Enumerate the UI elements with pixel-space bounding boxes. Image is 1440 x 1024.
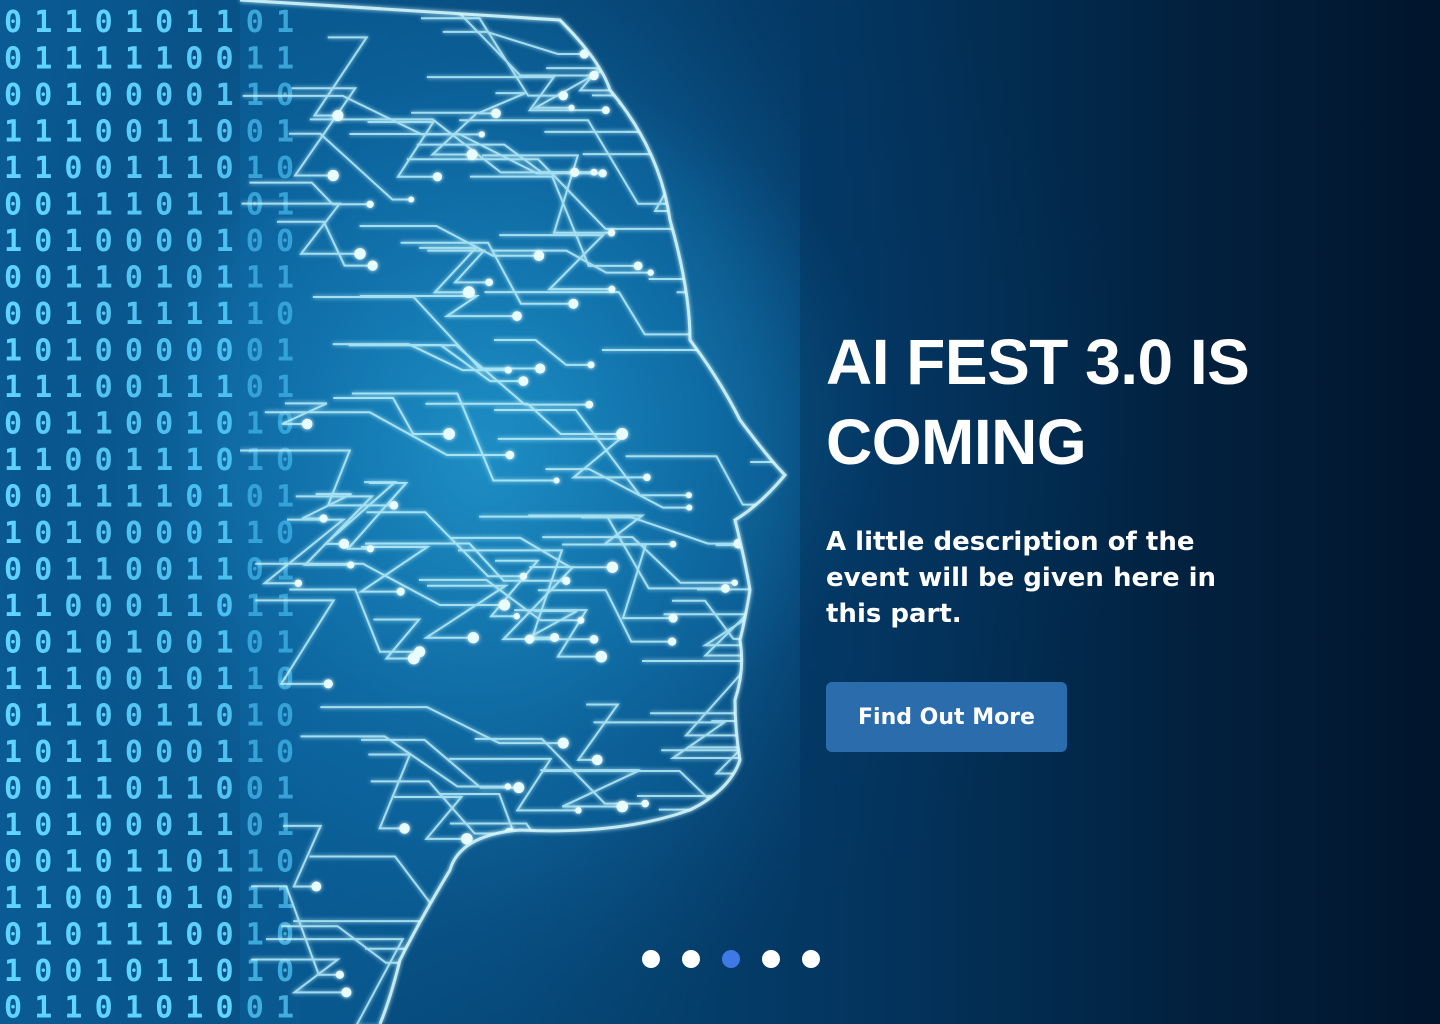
- circuit-node: [568, 298, 579, 309]
- find-out-more-button[interactable]: Find Out More: [826, 682, 1067, 752]
- circuit-node: [591, 754, 603, 766]
- circuit-node: [641, 799, 650, 808]
- carousel-dot-2[interactable]: [682, 950, 700, 968]
- circuit-node: [504, 783, 512, 790]
- circuit-node: [535, 363, 546, 374]
- circuit-node: [294, 579, 303, 587]
- circuit-node: [354, 248, 366, 260]
- circuit-node: [686, 504, 693, 511]
- circuit-node: [341, 987, 352, 998]
- circuit-node: [498, 599, 511, 611]
- circuit-node: [595, 650, 608, 663]
- circuit-node: [466, 149, 478, 161]
- circuit-node: [513, 613, 520, 620]
- circuit-node: [504, 366, 512, 374]
- circuit-node: [327, 169, 339, 182]
- circuit-node: [367, 260, 378, 271]
- circuit-node: [399, 823, 410, 834]
- carousel-dot-3[interactable]: [722, 950, 740, 968]
- circuit-node: [616, 800, 629, 813]
- circuit-node: [647, 269, 654, 276]
- circuit-node: [396, 587, 405, 596]
- circuit-node: [585, 400, 594, 409]
- circuit-node: [443, 428, 455, 440]
- circuit-node: [562, 576, 571, 585]
- circuit-node: [519, 572, 528, 580]
- circuit-node: [513, 782, 525, 794]
- circuit-node: [408, 196, 415, 203]
- circuit-node: [533, 250, 545, 262]
- carousel-dot-4[interactable]: [762, 950, 780, 968]
- circuit-node: [347, 561, 355, 569]
- circuit-node: [505, 450, 515, 460]
- circuit-node: [311, 881, 322, 892]
- circuit-node: [607, 229, 616, 237]
- circuit-node: [485, 278, 493, 287]
- circuit-node: [366, 200, 374, 208]
- hero-banner: 0110101101011111001100100001101110011001…: [0, 0, 1440, 1024]
- carousel-dot-5[interactable]: [802, 950, 820, 968]
- circuit-node: [518, 376, 529, 386]
- circuit-node: [491, 108, 501, 119]
- circuit-node: [432, 172, 443, 182]
- circuit-node: [553, 477, 560, 484]
- circuit-node: [512, 311, 522, 321]
- circuit-node: [389, 501, 399, 510]
- circuit-node: [601, 106, 610, 115]
- circuit-node: [667, 637, 677, 646]
- circuit-node: [332, 110, 344, 122]
- circuit-node: [685, 492, 692, 499]
- circuit-head-illustration: [0, 0, 800, 1024]
- circuit-node: [598, 169, 607, 178]
- circuit-node: [323, 679, 333, 689]
- circuit-node: [590, 168, 598, 176]
- circuit-node: [575, 807, 582, 814]
- circuit-node: [558, 90, 569, 101]
- circuit-node: [319, 514, 328, 523]
- circuit-node: [589, 634, 599, 644]
- circuit-node: [301, 418, 313, 430]
- circuit-node: [557, 737, 569, 749]
- hero-title: AI FEST 3.0 IS COMING: [826, 326, 1250, 478]
- circuit-node: [587, 361, 595, 369]
- circuit-node: [462, 286, 475, 299]
- circuit-node: [407, 652, 420, 665]
- circuit-node: [731, 579, 738, 586]
- circuit-node: [338, 538, 350, 549]
- circuit-node: [669, 540, 677, 548]
- circuit-node: [608, 285, 616, 293]
- hero-description: A little description of the event will b…: [826, 527, 1217, 629]
- circuit-node: [478, 131, 485, 138]
- circuit-node: [643, 473, 651, 482]
- hero-content: AI FEST 3.0 IS COMING A little descripti…: [826, 322, 1346, 752]
- circuit-node: [606, 561, 619, 573]
- circuit-node: [568, 104, 575, 111]
- circuit-node: [335, 970, 344, 979]
- carousel-pagination: [642, 950, 820, 968]
- circuit-node: [577, 616, 585, 624]
- circuit-node: [366, 545, 374, 553]
- circuit-node: [467, 632, 479, 644]
- circuit-node: [633, 261, 643, 271]
- circuit-node: [721, 583, 730, 593]
- circuit-node: [589, 70, 599, 81]
- carousel-dot-1[interactable]: [642, 950, 660, 968]
- circuit-node: [550, 632, 560, 642]
- circuit-node: [524, 634, 535, 644]
- circuit-node: [616, 428, 629, 440]
- circuit-node: [668, 613, 678, 623]
- circuit-node: [570, 167, 580, 178]
